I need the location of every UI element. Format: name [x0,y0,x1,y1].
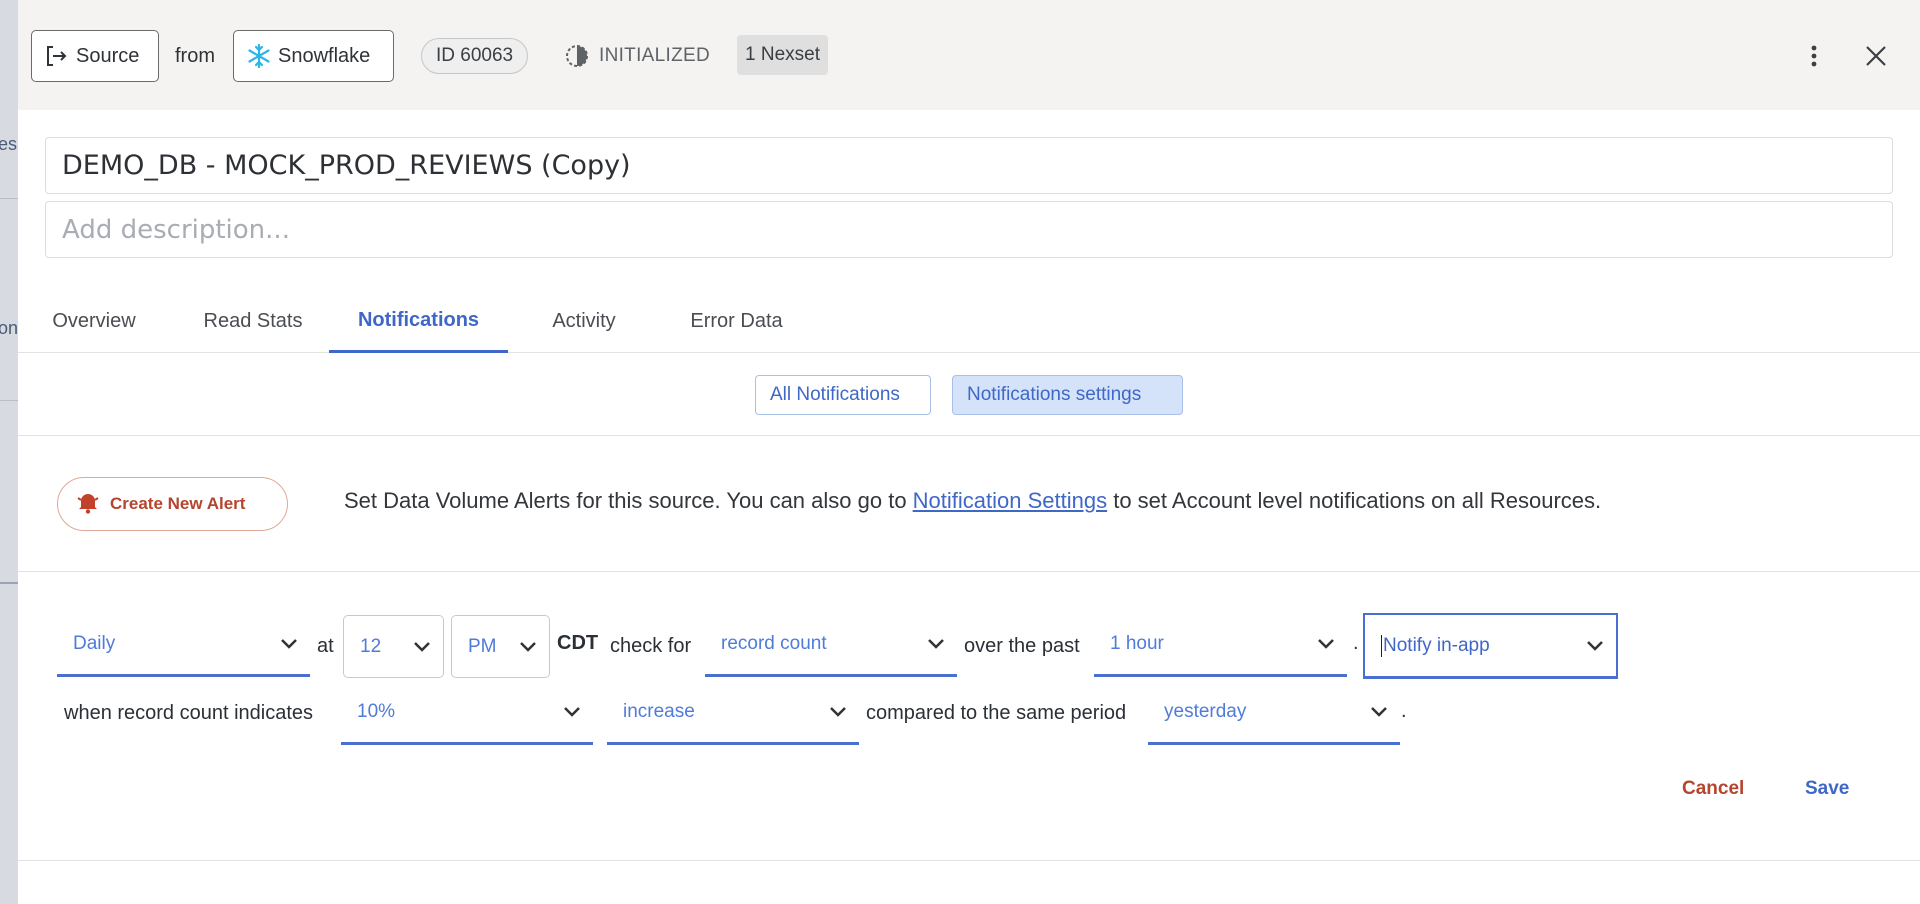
notification-settings-link[interactable]: Notification Settings [913,488,1107,513]
background-divider [0,400,18,401]
metric-select[interactable]: record count [705,614,957,677]
resource-drawer: Source from Snowflake ID 60063 INITIALIZ… [18,0,1920,904]
frequency-select[interactable]: Daily [57,614,310,677]
background-text-fragment: on [0,318,19,338]
resource-id-badge: ID 60063 [421,38,529,74]
tab-notifications[interactable]: Notifications [329,290,508,353]
frequency-value: Daily [73,633,116,654]
source-type-button[interactable]: Source [31,30,159,82]
tab-error-data[interactable]: Error Data [681,290,792,353]
chevron-down-icon [1371,707,1387,717]
threshold-value: 10% [357,701,396,722]
section-divider [18,860,1920,861]
from-label: from [175,44,215,67]
at-label: at [317,635,334,657]
alert-intro-text-start: Set Data Volume Alerts for this source. … [344,488,913,513]
chevron-down-icon [1587,640,1603,651]
text-caret [1381,634,1382,657]
chevron-down-icon [414,641,430,652]
status-label: INITIALIZED [599,45,710,66]
check-for-label: check for [610,635,692,657]
tab-overview[interactable]: Overview [38,290,150,353]
metric-value: record count [721,633,827,654]
close-icon[interactable] [1856,36,1896,76]
tab-activity[interactable]: Activity [539,290,629,353]
sentence-period: . [1353,632,1359,654]
chevron-down-icon [830,707,846,717]
notification-subtabs: All Notifications Notifications settings [18,353,1920,436]
alert-intro-row: Create New Alert Set Data Volume Alerts … [18,436,1920,572]
notify-channel-select[interactable]: Notify in-app [1363,613,1618,679]
drawer-header: Source from Snowflake ID 60063 INITIALIZ… [18,0,1920,110]
tab-bar: Overview Read Stats Notifications Activi… [18,290,1920,353]
direction-value: increase [623,701,695,722]
alert-intro-text: Set Data Volume Alerts for this source. … [344,488,1601,514]
chevron-down-icon [564,707,580,717]
meridiem-value: PM [468,635,497,657]
chevron-down-icon [1318,639,1334,649]
hour-value: 12 [360,635,382,657]
hour-select[interactable]: 12 [343,615,444,678]
sentence-period: . [1401,700,1407,722]
cancel-button[interactable]: Cancel [1682,778,1744,800]
over-the-past-label: over the past [964,635,1080,657]
more-vertical-icon[interactable] [1794,36,1834,76]
all-notifications-button[interactable]: All Notifications [755,375,931,415]
direction-select[interactable]: increase [607,682,859,745]
snowflake-icon [248,43,270,69]
source-arrow-icon [47,46,67,66]
create-new-alert-label: Create New Alert [110,494,246,513]
connector-label: Snowflake [278,44,371,67]
timezone-label: CDT [557,632,599,654]
comparison-period-value: yesterday [1164,701,1247,722]
background-divider [0,198,18,199]
resource-title-input[interactable]: DEMO_DB - MOCK_PROD_REVIEWS (Copy) [45,137,1893,194]
chevron-down-icon [281,639,297,649]
save-button[interactable]: Save [1805,778,1849,800]
time-window-select[interactable]: 1 hour [1094,614,1347,677]
background-divider [0,582,18,584]
compared-label: compared to the same period [866,702,1127,724]
source-type-label: Source [76,44,140,67]
meridiem-select[interactable]: PM [451,615,550,678]
resource-description-input[interactable]: Add description... [45,201,1893,258]
nexset-count-badge[interactable]: 1 Nexset [737,35,828,75]
time-window-value: 1 hour [1110,633,1164,654]
notify-channel-value: Notify in-app [1383,634,1490,656]
chevron-down-icon [928,639,944,649]
status-indicator: INITIALIZED [564,38,710,74]
when-record-count-label: when record count indicates [64,702,314,724]
comparison-period-select[interactable]: yesterday [1148,682,1400,745]
status-half-circle-icon [566,45,588,67]
tab-read-stats[interactable]: Read Stats [193,290,313,353]
notifications-settings-button[interactable]: Notifications settings [952,375,1183,415]
alert-bell-icon [77,494,99,514]
threshold-select[interactable]: 10% [341,682,593,745]
connector-button[interactable]: Snowflake [233,30,394,82]
background-text-fragment: es [0,134,18,154]
alert-intro-text-end: to set Account level notifications on al… [1107,488,1602,513]
background-app-edge: es on [0,0,18,904]
chevron-down-icon [520,641,536,652]
create-new-alert-button[interactable]: Create New Alert [57,477,288,531]
